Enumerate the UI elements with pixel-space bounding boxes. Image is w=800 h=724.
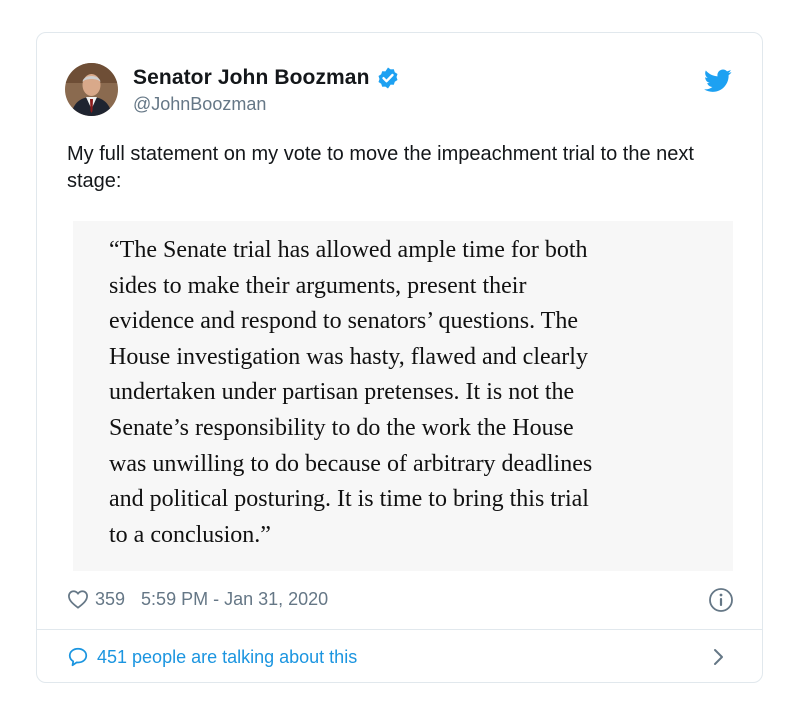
statement-line: undertaken under partisan pretenses. It … [109, 379, 575, 406]
divider [37, 629, 762, 630]
info-icon[interactable] [708, 587, 734, 613]
statement-line: sides to make their arguments, present t… [109, 272, 527, 299]
author-handle[interactable]: @JohnBoozman [133, 94, 400, 115]
statement-text: “The Senate trial has allowed ample time… [109, 233, 699, 553]
speech-bubble-icon [67, 646, 89, 668]
twitter-bird-icon[interactable] [704, 69, 732, 93]
statement-line: and political posturing. It is time to b… [109, 486, 589, 513]
verified-badge-icon [376, 66, 400, 90]
statement-line: Senate’s responsibility to do the work t… [109, 414, 574, 441]
statement-line: evidence and respond to senators’ questi… [109, 308, 578, 335]
tweet-meta: 359 5:59 PM - Jan 31, 2020 [67, 587, 734, 613]
tweet-timestamp[interactable]: 5:59 PM - Jan 31, 2020 [141, 589, 328, 610]
tweet-text: My full statement on my vote to move the… [67, 143, 694, 192]
statement-line: “The Senate trial has allowed ample time… [109, 237, 588, 263]
statement-line: House investigation was hasty, flawed an… [109, 343, 588, 370]
heart-icon[interactable] [67, 589, 89, 609]
tweet-card: Senator John Boozman @JohnBoozman My ful… [36, 32, 763, 683]
statement-image[interactable]: “The Senate trial has allowed ample time… [73, 221, 733, 571]
conversation-link[interactable]: 451 people are talking about this [67, 643, 734, 671]
tweet-header: Senator John Boozman @JohnBoozman [65, 63, 734, 123]
statement-line: to a conclusion.” [109, 521, 271, 548]
author-display-name[interactable]: Senator John Boozman [133, 66, 370, 90]
like-count[interactable]: 359 [95, 589, 125, 610]
conversation-label[interactable]: 451 people are talking about this [97, 647, 357, 668]
statement-line: was unwilling to do because of arbitrary… [109, 450, 593, 477]
chevron-right-icon[interactable] [712, 647, 726, 667]
author-avatar[interactable] [65, 63, 118, 116]
author-names: Senator John Boozman @JohnBoozman [133, 65, 400, 115]
